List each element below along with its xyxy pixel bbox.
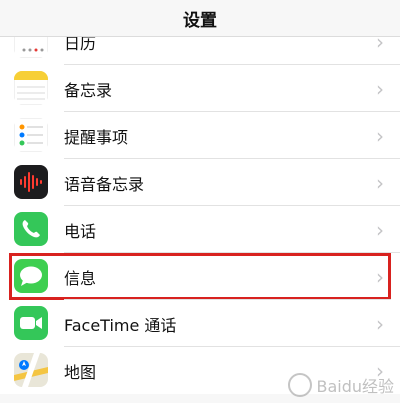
chevron-right-icon: › — [376, 170, 384, 195]
chevron-right-icon: › — [376, 123, 384, 148]
settings-row-facetime[interactable]: FaceTime 通话 › — [0, 300, 400, 347]
watermark: Baidu经验 — [288, 373, 394, 397]
phone-icon — [14, 212, 48, 246]
chevron-right-icon: › — [376, 311, 384, 336]
navigation-bar: 设置 — [0, 0, 400, 37]
settings-row-label: 地图 — [64, 362, 97, 382]
settings-row-phone[interactable]: 电话 › — [0, 206, 400, 253]
settings-row-label: 语音备忘录 — [64, 174, 145, 194]
settings-row-label: 提醒事项 — [64, 127, 129, 147]
notes-icon — [14, 71, 48, 105]
settings-row-label: 电话 — [64, 221, 97, 241]
settings-row-reminders[interactable]: 提醒事项 › — [0, 112, 400, 159]
watermark-text: Baidu经验 — [316, 377, 394, 396]
chevron-right-icon: › — [376, 264, 384, 289]
settings-row-label: 信息 — [64, 268, 97, 288]
settings-row-notes[interactable]: 备忘录 › — [0, 65, 400, 112]
page-title: 设置 — [183, 10, 217, 31]
baidu-paw-logo-icon — [288, 373, 313, 397]
chevron-right-icon: › — [376, 217, 384, 242]
settings-row-voice-memos[interactable]: 语音备忘录 › — [0, 159, 400, 206]
messages-icon — [14, 259, 48, 293]
chevron-right-icon: › — [376, 76, 384, 101]
settings-row-label: 备忘录 — [64, 80, 113, 100]
settings-row-messages[interactable]: 信息 › — [9, 253, 391, 300]
reminders-icon — [14, 118, 48, 152]
settings-list: 日历 › 备忘录 › 提醒事项 › 语音备忘录 › 电话 › 信息 › Face… — [0, 18, 400, 394]
settings-row-label: FaceTime 通话 — [64, 315, 177, 335]
facetime-icon — [14, 306, 48, 340]
maps-icon — [14, 353, 48, 387]
voice-memos-icon — [14, 165, 48, 199]
